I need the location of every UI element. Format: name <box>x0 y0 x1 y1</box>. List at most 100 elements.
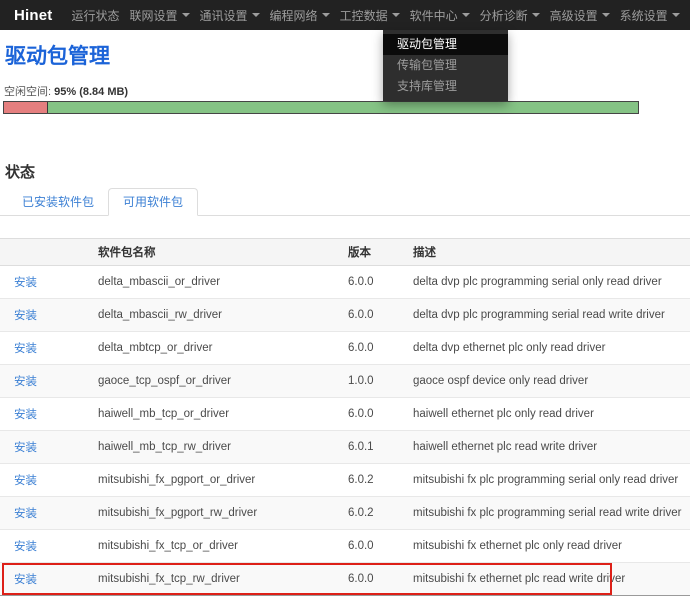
package-version: 6.0.1 <box>340 431 405 464</box>
package-name: delta_mbascii_rw_driver <box>90 299 340 332</box>
install-link[interactable]: 安装 <box>14 541 37 553</box>
package-name: haiwell_mb_tcp_or_driver <box>90 398 340 431</box>
navbar-item-label: 运行状态 <box>72 7 120 24</box>
install-link[interactable]: 安装 <box>14 343 37 355</box>
navbar-menu: 运行状态联网设置 通讯设置 编程网络 工控数据 软件中心 分析诊断 高级设置系统设置退出 <box>67 0 690 30</box>
status-heading: 状态 <box>5 164 690 182</box>
install-link[interactable]: 安装 <box>14 508 37 520</box>
caret-down-icon <box>532 13 540 17</box>
action-cell: 安装 <box>0 464 90 497</box>
package-version: 6.0.0 <box>340 299 405 332</box>
tab-installed-packages[interactable]: 已安装软件包 <box>8 189 108 215</box>
navbar-item-label: 工控数据 <box>340 7 388 24</box>
install-link[interactable]: 安装 <box>14 277 37 289</box>
navbar-item[interactable]: 系统设置 <box>615 0 685 30</box>
action-cell: 安装 <box>0 497 90 530</box>
package-description: delta dvp plc programming serial only re… <box>405 266 690 299</box>
used-space-segment <box>4 102 48 113</box>
page-content: 驱动包管理 空闲空间: 95% (8.84 MB) 状态 已安装软件包 可用软件… <box>0 0 690 596</box>
table-row: 安装 delta_mbascii_rw_driver6.0.0delta dvp … <box>0 299 690 332</box>
package-version: 6.0.0 <box>340 266 405 299</box>
navbar-item[interactable]: 分析诊断 <box>475 0 545 30</box>
action-cell: 安装 <box>0 266 90 299</box>
package-tabs: 已安装软件包 可用软件包 <box>0 189 690 216</box>
install-link[interactable]: 安装 <box>14 442 37 454</box>
action-cell: 安装 <box>0 431 90 464</box>
action-cell: 安装 <box>0 398 90 431</box>
package-description: haiwell ethernet plc only read driver <box>405 398 690 431</box>
action-cell: 安装 <box>0 299 90 332</box>
navbar-item-label: 高级设置 <box>550 7 598 24</box>
caret-down-icon <box>182 13 190 17</box>
package-version: 1.0.0 <box>340 365 405 398</box>
navbar-item[interactable]: 通讯设置 <box>195 0 265 30</box>
table-row: 安装haiwell_mb_tcp_rw_driver6.0.1haiwell e… <box>0 431 690 464</box>
dropdown-item[interactable]: 驱动包管理 <box>383 34 508 55</box>
free-space-progress-bar <box>3 101 639 114</box>
install-link[interactable]: 安装 <box>14 475 37 487</box>
package-name: mitsubishi_fx_pgport_rw_driver <box>90 497 340 530</box>
install-link[interactable]: 安装 <box>14 574 37 586</box>
package-name: mitsubishi_fx_tcp_rw_driver <box>90 563 340 596</box>
dropdown-item[interactable]: 支持库管理 <box>383 76 508 97</box>
navbar-item-label: 编程网络 <box>270 7 318 24</box>
package-description: gaoce ospf device only read driver <box>405 365 690 398</box>
navbar-item-label: 分析诊断 <box>480 7 528 24</box>
action-cell: 安装 <box>0 563 90 596</box>
table-row: 安装 gaoce_tcp_ospf_or_driver1.0.0gaoce osp… <box>0 365 690 398</box>
package-version: 6.0.2 <box>340 497 405 530</box>
table-row: 安装mitsubishi_fx_pgport_or_driver6.0.2mit… <box>0 464 690 497</box>
dropdown-item[interactable]: 传输包管理 <box>383 55 508 76</box>
caret-down-icon <box>322 13 330 17</box>
brand-logo[interactable]: Hinet <box>14 7 53 24</box>
caret-down-icon <box>462 13 470 17</box>
caret-down-icon <box>252 13 260 17</box>
packages-table: 软件包名称 版本 描述 安装delta_mbascii_or_driver6.0… <box>0 238 690 596</box>
software-center-dropdown: 驱动包管理传输包管理支持库管理 <box>383 30 508 101</box>
navbar-item-label: 软件中心 <box>410 7 458 24</box>
package-version: 6.0.0 <box>340 332 405 365</box>
package-description: mitsubishi fx ethernet plc only read dri… <box>405 530 690 563</box>
navbar-item[interactable]: 编程网络 <box>265 0 335 30</box>
header-description: 描述 <box>405 239 690 266</box>
navbar-item[interactable]: 工控数据 <box>335 0 405 30</box>
page-title: 驱动包管理 <box>5 44 690 70</box>
table-row: 安装delta_mbtcp_or_driver6.0.0delta dvp et… <box>0 332 690 365</box>
package-description: delta dvp plc programming serial read wr… <box>405 299 690 332</box>
navbar-item-label: 通讯设置 <box>200 7 248 24</box>
tab-available-packages[interactable]: 可用软件包 <box>108 188 198 216</box>
header-version: 版本 <box>340 239 405 266</box>
install-link[interactable]: 安装 <box>14 376 37 388</box>
table-row: 安装mitsubishi_fx_pgport_rw_driver6.0.2mit… <box>0 497 690 530</box>
navbar-item[interactable]: 退出 <box>685 0 690 30</box>
free-space-segment <box>48 102 638 113</box>
table-row: 安装mitsubishi_fx_tcp_rw_driver6.0.0mitsub… <box>0 563 690 596</box>
top-navbar: Hinet 运行状态联网设置 通讯设置 编程网络 工控数据 软件中心 分析诊断 高级设置系统… <box>0 0 690 30</box>
free-space-caption: 空闲空间: <box>4 86 51 98</box>
package-version: 6.0.0 <box>340 563 405 596</box>
package-description: haiwell ethernet plc read write driver <box>405 431 690 464</box>
free-space-value: 95% (8.84 MB) <box>54 86 128 98</box>
navbar-item-label: 联网设置 <box>130 7 178 24</box>
install-link[interactable]: 安装 <box>14 409 37 421</box>
action-cell: 安装 <box>0 365 90 398</box>
navbar-item[interactable]: 软件中心 <box>405 0 475 30</box>
package-version: 6.0.2 <box>340 464 405 497</box>
navbar-item[interactable]: 高级设置 <box>545 0 615 30</box>
package-name: gaoce_tcp_ospf_or_driver <box>90 365 340 398</box>
package-name: mitsubishi_fx_tcp_or_driver <box>90 530 340 563</box>
table-row: 安装delta_mbascii_or_driver6.0.0delta dvp … <box>0 266 690 299</box>
package-description: mitsubishi fx plc programming serial onl… <box>405 464 690 497</box>
action-cell: 安装 <box>0 530 90 563</box>
header-package-name: 软件包名称 <box>90 239 340 266</box>
package-description: delta dvp ethernet plc only read driver <box>405 332 690 365</box>
table-row: 安装haiwell_mb_tcp_or_driver6.0.0haiwell e… <box>0 398 690 431</box>
caret-down-icon <box>602 13 610 17</box>
table-body: 安装delta_mbascii_or_driver6.0.0delta dvp … <box>0 266 690 596</box>
table-header-row: 软件包名称 版本 描述 <box>0 239 690 266</box>
free-space-label: 空闲空间: 95% (8.84 MB) <box>4 83 690 99</box>
navbar-item[interactable]: 联网设置 <box>125 0 195 30</box>
navbar-item[interactable]: 运行状态 <box>67 0 125 30</box>
install-link[interactable]: 安装 <box>14 310 37 322</box>
caret-down-icon <box>672 13 680 17</box>
